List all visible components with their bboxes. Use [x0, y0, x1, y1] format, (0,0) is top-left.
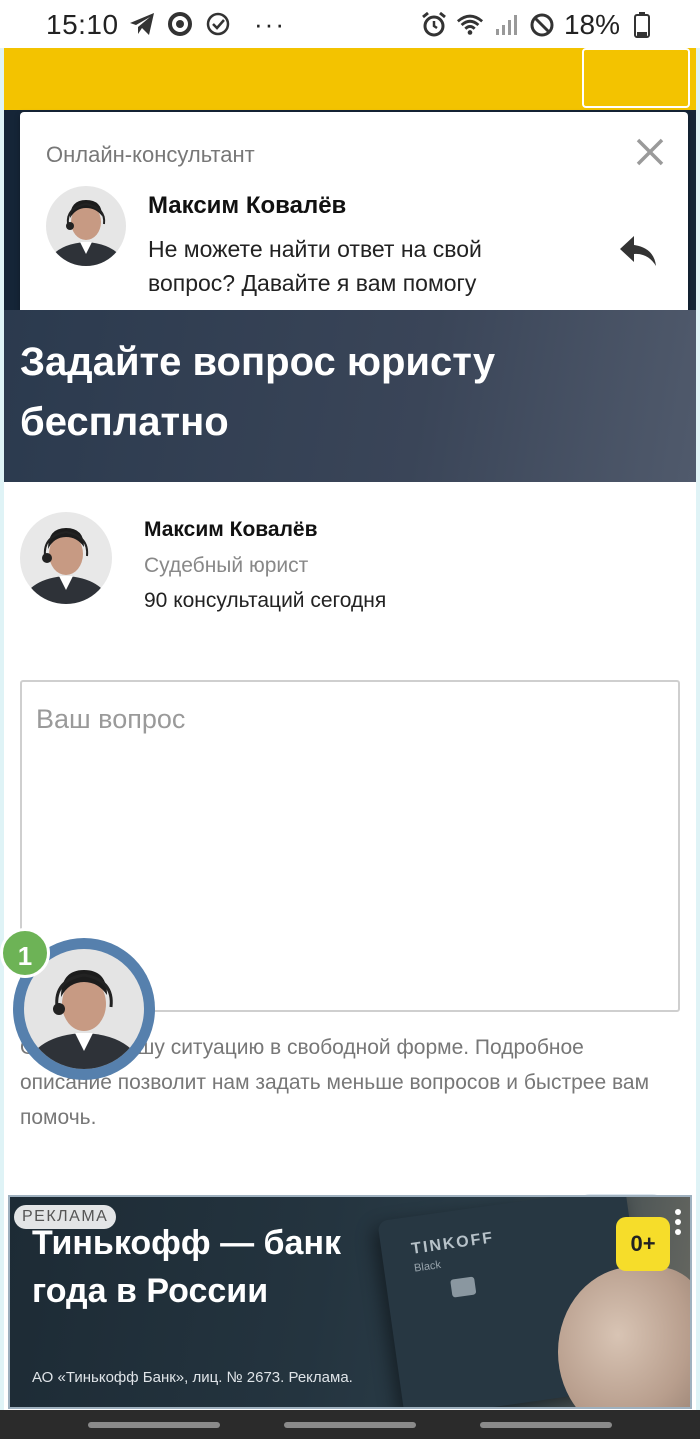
header-menu-button[interactable] — [582, 48, 690, 108]
consultations-count: 90 консультаций сегодня — [144, 589, 387, 612]
lawyer-avatar — [20, 512, 112, 604]
lawyer-role: Судебный юрист — [144, 554, 309, 577]
card-chip-icon — [450, 1276, 477, 1298]
unread-badge: 1 — [0, 928, 50, 978]
lawyer-name: Максим Ковалёв — [144, 518, 318, 541]
ad-banner[interactable]: TINKOFF Black Тинькофф — банк года в Рос… — [8, 1195, 692, 1409]
site-header — [4, 48, 696, 110]
ad-card-brand: TINKOFF — [410, 1229, 496, 1258]
alarm-icon — [420, 11, 448, 39]
ad-label: РЕКЛАМА — [14, 1205, 117, 1229]
chat-popup-title: Онлайн-консультант — [46, 142, 255, 167]
nav-home-handle[interactable] — [284, 1422, 416, 1428]
battery-icon — [628, 11, 656, 39]
chat-popup[interactable]: Онлайн-консультант Максим Ковалёв Не мож… — [20, 112, 688, 322]
consultant-name: Максим Ковалёв — [148, 192, 347, 219]
ad-disclaimer: АО «Тинькофф Банк», лиц. № 2673. Реклама… — [32, 1369, 353, 1386]
age-rating-badge: 0+ — [616, 1217, 670, 1271]
nav-back-handle[interactable] — [480, 1422, 612, 1428]
more-dots-icon: ··· — [254, 9, 286, 39]
status-bar: 15:10 ··· 18% — [0, 0, 700, 48]
page-title: Задайте вопрос юристу бесплатно — [20, 340, 496, 444]
system-nav-bar — [0, 1410, 700, 1439]
consultant-avatar — [46, 186, 126, 266]
signal-icon — [492, 11, 520, 39]
hero-banner: Задайте вопрос юристу бесплатно — [4, 310, 696, 482]
sync-icon — [166, 10, 194, 38]
status-time: 15:10 — [46, 9, 119, 40]
check-circle-icon — [204, 10, 232, 38]
reply-icon[interactable] — [618, 234, 660, 270]
ad-card-sub: Black — [413, 1259, 442, 1275]
battery-percent: 18% — [563, 9, 620, 40]
wifi-icon — [456, 11, 484, 39]
do-not-disturb-icon — [528, 11, 556, 39]
ad-headline: Тинькофф — банк года в России — [32, 1224, 342, 1310]
kebab-menu-icon[interactable] — [670, 1207, 686, 1237]
nav-recents-handle[interactable] — [88, 1422, 220, 1428]
telegram-icon — [128, 10, 156, 38]
close-icon[interactable] — [632, 134, 668, 170]
consultant-message: Не можете найти ответ на свой вопрос? Да… — [148, 236, 482, 296]
